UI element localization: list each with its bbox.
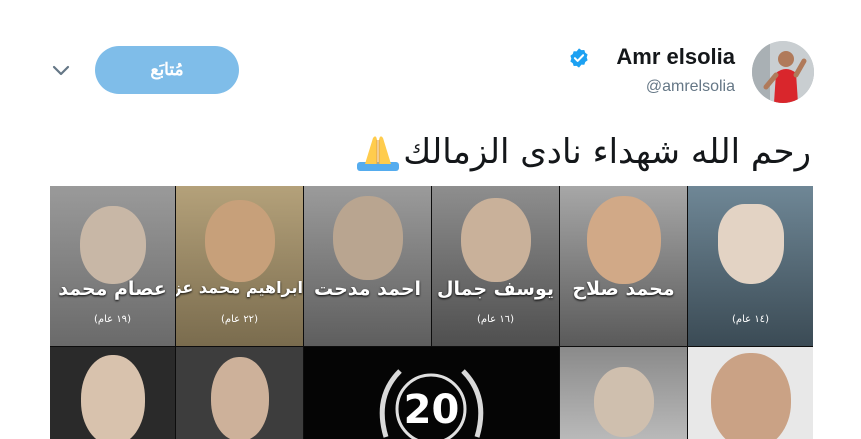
user-handle[interactable]: @amrelsolia [646, 78, 735, 96]
portrait [710, 353, 791, 439]
media-tile [50, 347, 175, 439]
portrait [80, 355, 145, 439]
media-tile: محمد صلاح [560, 186, 687, 346]
tweet-text: رحم الله شهداء نادى الزمالك [403, 132, 811, 172]
verified-badge-icon [570, 48, 588, 68]
portrait [460, 198, 531, 282]
martyr-name: احمد مدحت [313, 278, 422, 300]
martyr-age: (٢٢ عام) [221, 314, 258, 325]
martyr-name: ابراهيم محمد عزام [176, 278, 303, 297]
media-tile [688, 347, 813, 439]
more-options-chevron-icon[interactable] [46, 56, 76, 86]
martyr-age: (١٦ عام) [477, 314, 514, 325]
following-button[interactable]: مُتابَع [95, 46, 239, 94]
media-tile: يوسف جمال (١٦ عام) [432, 186, 559, 346]
media-tile: (١٤ عام) [688, 186, 813, 346]
portrait [79, 206, 146, 284]
portrait [593, 367, 654, 437]
avatar[interactable] [752, 41, 814, 103]
praying-hands-emoji-icon [357, 136, 400, 171]
tweet-media-image[interactable]: عصام محمد (١٩ عام) ابراهيم محمد عزام (٢٢… [50, 186, 813, 439]
martyr-age: (١٤ عام) [732, 314, 769, 325]
martyr-name: يوسف جمال [436, 278, 555, 300]
martyr-age: (١٩ عام) [94, 314, 131, 325]
portrait [210, 357, 269, 439]
portrait [332, 196, 403, 280]
media-tile: احمد مدحت [304, 186, 431, 346]
portrait [717, 204, 784, 284]
emblem-number: 20 [403, 387, 460, 433]
martyr-name: محمد صلاح [572, 278, 675, 300]
display-name[interactable]: Amr elsolia [616, 44, 735, 70]
media-tile: 20 [304, 347, 559, 439]
portrait [586, 196, 661, 284]
media-tile: ابراهيم محمد عزام (٢٢ عام) [176, 186, 303, 346]
media-tile [176, 347, 303, 439]
media-tile: عصام محمد (١٩ عام) [50, 186, 175, 346]
media-tile [560, 347, 687, 439]
martyr-name: عصام محمد [58, 278, 167, 300]
portrait [204, 200, 275, 282]
